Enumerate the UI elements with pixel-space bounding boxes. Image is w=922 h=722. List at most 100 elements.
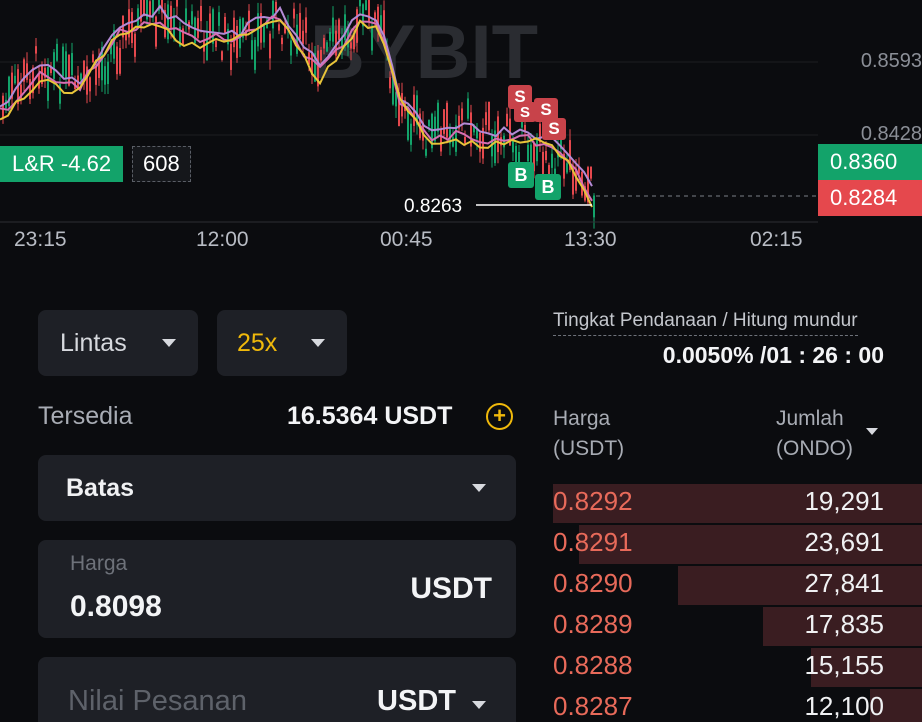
orderbook-amount-header[interactable]: Jumlah (ONDO) [776,404,853,464]
order-type-dropdown[interactable]: Batas [38,455,516,521]
ask-price: 0.8288 [553,650,633,680]
candle [191,11,193,25]
ask-amount: 27,841 [804,568,884,598]
candle [47,67,49,101]
orderbook-price-header: Harga (USDT) [553,407,625,460]
price-input[interactable]: Harga 0.8098 USDT [38,540,516,638]
ask-price: 0.8287 [553,691,633,721]
low-price-label: 0.8263 [404,196,463,217]
candle [440,129,442,152]
margin-mode-label: Lintas [60,328,127,357]
candle [2,95,4,119]
chevron-down-icon [311,339,325,347]
lr-indicator-value: 608 [132,146,191,182]
candle [464,137,466,144]
candle [68,54,70,86]
order-value-placeholder: Nilai Pesanan [68,685,247,717]
price-axis-label: 0.8428 [860,123,922,145]
candle [371,27,373,51]
candle [359,0,361,7]
candle [467,98,469,119]
candle [107,61,109,85]
order-type-label: Batas [66,473,135,502]
candle [251,40,253,60]
order-value-unit-dropdown[interactable]: USDT [377,685,456,718]
candle [224,16,226,33]
candle [116,46,118,75]
candle [506,113,508,127]
candle [155,16,157,47]
candle [269,33,271,59]
candle [53,52,55,79]
orderbook-row[interactable]: 0.8288 15,155 [553,646,922,687]
candle [26,63,28,80]
candle [131,12,133,44]
candle [137,8,139,27]
orderbook-row[interactable]: 0.8287 12,100 [553,687,922,722]
ask-amount: 23,691 [804,527,884,557]
candle [14,75,16,84]
ask-amount: 17,835 [804,609,884,639]
candle [299,12,301,40]
candle [536,138,538,162]
sell-marker[interactable]: S [514,102,536,122]
price-chart[interactable]: BYBIT 0.8593 0.8428 S S S S B B 0.8263 L… [0,0,922,290]
candle [389,77,391,89]
leverage-label: 25x [237,328,278,357]
candle [65,51,67,79]
candle [452,137,454,147]
candle [281,37,283,45]
orderbook-row[interactable]: 0.8292 19,291 [553,482,922,523]
candle [95,65,97,85]
last-price-tag: 0.8360 [818,144,922,180]
candle [443,109,445,134]
transfer-plus-icon[interactable]: + [486,403,513,430]
candle [437,102,439,132]
funding-rate-label[interactable]: Tingkat Pendanaan / Hitung mundur [553,310,858,336]
candle [590,166,592,179]
candle [185,8,187,25]
ask-price: 0.8290 [553,568,633,598]
orderbook-row[interactable]: 0.8289 17,835 [553,605,922,646]
candle [485,112,487,125]
order-value-input[interactable]: Nilai Pesanan USDT [38,657,516,722]
candle [302,30,304,45]
candle [221,51,223,60]
candle [218,12,220,26]
chevron-down-icon[interactable] [866,428,878,435]
candle [197,18,199,38]
sell-marker[interactable]: S [542,118,566,140]
candle [329,31,331,41]
candle [512,140,514,153]
candle [293,8,295,19]
candle [332,17,334,42]
orderbook-row[interactable]: 0.8290 27,841 [553,564,922,605]
candle [338,19,340,40]
ask-amount: 19,291 [804,486,884,516]
lr-indicator-tag[interactable]: L&R -4.62 [0,146,124,182]
candle [80,73,82,80]
ask-price: 0.8291 [553,527,633,557]
candle [407,110,409,140]
ask-amount: 12,100 [804,691,884,721]
chevron-down-icon [472,701,486,709]
price-unit-label: USDT [410,572,492,605]
margin-mode-dropdown[interactable]: Lintas [38,310,198,376]
candle [89,77,91,92]
candle [62,46,64,77]
leverage-dropdown[interactable]: 25x [217,310,347,376]
orderbook-row[interactable]: 0.8291 23,691 [553,523,922,564]
funding-rate-value: 0.0050% /01 : 26 : 00 [662,342,884,368]
candle [206,31,208,61]
buy-marker[interactable]: B [535,174,561,200]
ask-amount: 15,155 [804,650,884,680]
price-input-value[interactable]: 0.8098 [70,590,162,624]
candle [566,163,568,173]
candle [215,40,217,48]
candle [212,9,214,44]
candle [488,101,490,131]
available-balance: 16.5364 USDT [287,402,453,430]
candle [263,26,265,43]
buy-marker[interactable]: B [508,162,534,188]
candle [176,0,178,7]
